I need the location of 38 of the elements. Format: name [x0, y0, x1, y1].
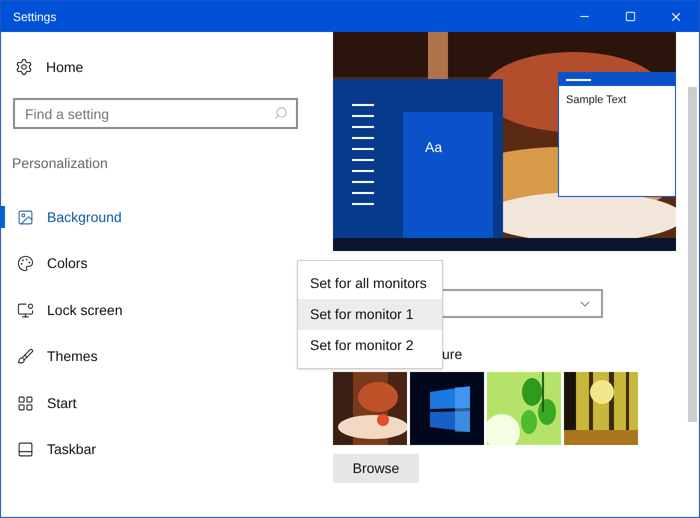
picture-icon	[17, 208, 34, 226]
search-field[interactable]: Find a setting	[13, 98, 298, 129]
nav-item[interactable]: Lock screen	[1, 287, 201, 334]
settings-icon	[15, 58, 33, 76]
home-item[interactable]: Home	[1, 52, 333, 82]
nav-item[interactable]: Start	[1, 380, 201, 426]
brush-icon	[17, 348, 34, 366]
menu-line	[352, 126, 374, 128]
nav-item[interactable]: Colors	[1, 240, 201, 287]
nav-item[interactable]: Taskbar	[1, 426, 201, 473]
menu-line	[352, 170, 374, 172]
selection-indicator	[1, 206, 5, 228]
menu-item[interactable]: Set for monitor 1	[298, 299, 442, 330]
sample-text: Sample Text	[566, 93, 628, 108]
grid-icon	[17, 394, 34, 412]
window-title: Settings	[13, 8, 56, 26]
menu-item[interactable]: Set for monitor 2	[298, 330, 442, 361]
monitor-icon	[17, 302, 34, 319]
menu-item[interactable]: Set for all monitors	[298, 268, 442, 299]
menu-line	[352, 137, 374, 139]
menu-line	[352, 148, 374, 150]
nav-item[interactable]: Background	[1, 194, 201, 240]
menu-line	[352, 181, 374, 183]
menu-line	[352, 104, 374, 106]
section-heading: Personalization	[12, 154, 109, 173]
scrollbar-thumb[interactable]	[688, 87, 696, 422]
tile-text: Aa	[425, 138, 442, 157]
browse-button[interactable]: Browse	[333, 454, 419, 483]
palette-icon	[17, 255, 34, 272]
taskbar-icon	[17, 441, 34, 458]
section-label: ure	[442, 346, 464, 362]
menu-line	[352, 192, 374, 194]
nav-item[interactable]: Themes	[1, 334, 201, 380]
menu-line	[352, 115, 374, 117]
menu-line	[352, 203, 374, 205]
search-icon	[274, 106, 288, 120]
menu-line	[352, 159, 374, 161]
maximize-icon	[624, 11, 636, 22]
